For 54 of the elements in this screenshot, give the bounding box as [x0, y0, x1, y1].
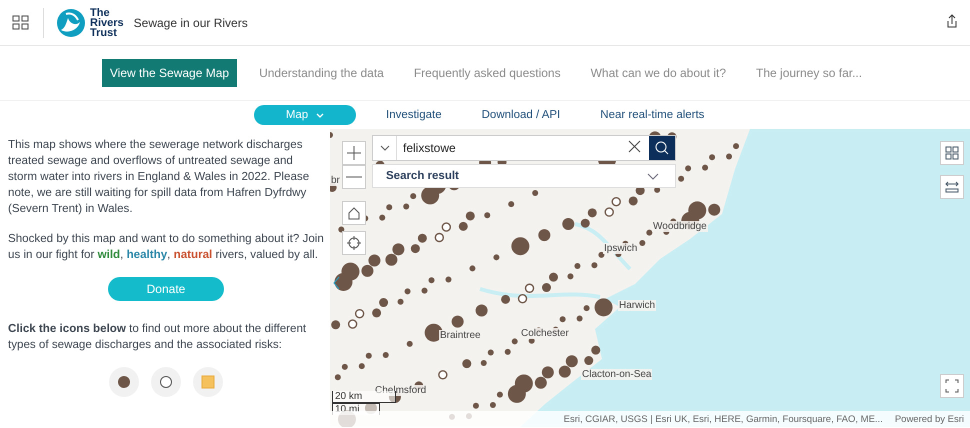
nav-link[interactable]: Understanding the data	[251, 59, 392, 87]
site-title: Sewage in our Rivers	[134, 16, 248, 30]
home-button[interactable]	[342, 201, 366, 225]
filled-circle-icon	[117, 375, 131, 389]
ruler-icon	[945, 180, 959, 194]
brand-name: The Rivers Trust	[90, 8, 124, 38]
river-logo-icon	[56, 8, 86, 38]
attribution-text: Esri, CGIAR, USGS | Esri UK, Esri, HERE, Garmin, Foursquare, FAO, ME...	[564, 414, 883, 424]
search-button[interactable]	[649, 136, 675, 160]
close-icon	[628, 140, 641, 153]
search-result-dropdown[interactable]: Search result	[372, 164, 676, 188]
zoom-out-button[interactable]	[342, 165, 366, 189]
square-icon	[201, 375, 215, 389]
place-label: Woodbridge	[652, 221, 708, 232]
grid-icon	[945, 146, 959, 160]
legend-button[interactable]	[109, 367, 139, 397]
plus-icon	[346, 145, 362, 161]
fullscreen-icon	[945, 379, 959, 393]
place-label: Braintree	[439, 330, 482, 341]
place-label: br	[330, 175, 341, 186]
map-tab[interactable]: Investigate	[376, 105, 452, 125]
zoom-in-button[interactable]	[342, 141, 366, 165]
chevron-down-icon	[647, 172, 659, 180]
place-label: Clacton-on-Sea	[581, 369, 652, 380]
share-icon	[946, 14, 958, 28]
nav-link[interactable]: The journey so far...	[748, 59, 870, 87]
hollow-circle-icon	[159, 375, 173, 389]
instructions-text: Click the icons below to find out more about the different types of sewage discharges and the associated risks:	[8, 321, 308, 353]
place-label: Harwich	[618, 300, 656, 311]
map-tab[interactable]: Download / API	[472, 105, 570, 125]
place-label: Colchester	[520, 328, 570, 339]
place-label: Chelmsford	[374, 385, 428, 396]
minus-icon	[346, 176, 362, 178]
home-icon	[347, 206, 361, 220]
layers-button[interactable]	[940, 141, 964, 165]
map-tab[interactable]: Near real-time alerts	[590, 105, 714, 125]
locate-button[interactable]	[342, 231, 366, 255]
measure-button[interactable]	[940, 175, 964, 199]
grid-icon	[12, 15, 29, 30]
search-field[interactable]: felixstowe	[372, 135, 676, 161]
apps-menu-button[interactable]	[12, 15, 29, 30]
search-icon	[655, 141, 669, 155]
intro-paragraph: This map shows where the sewerage network discharges treated sewage and overflows of untreated sewage and storm water into rivers in England & Wales in 2022. Please note, we are still waiting for spill data from Hafren Dyfrdwy (Severn Trent) in Wales.	[8, 137, 310, 217]
chevron-left-icon	[332, 276, 340, 290]
nav-link[interactable]: What can we do about it?	[582, 59, 734, 87]
appeal-paragraph: Shocked by this map and want to do something about it? Join us in our fight for wild, healthy, natural rivers, valued by all.	[8, 231, 324, 263]
fullscreen-button[interactable]	[940, 374, 964, 398]
legend-button[interactable]	[151, 367, 181, 397]
crosshair-icon	[347, 236, 361, 250]
powered-by-text: Powered by Esri	[894, 414, 964, 424]
nav-link[interactable]: Frequently asked questions	[406, 59, 569, 87]
chevron-down-icon	[380, 145, 390, 151]
nav-link[interactable]: View the Sewage Map	[102, 59, 238, 87]
place-label: Ipswich	[603, 243, 638, 254]
